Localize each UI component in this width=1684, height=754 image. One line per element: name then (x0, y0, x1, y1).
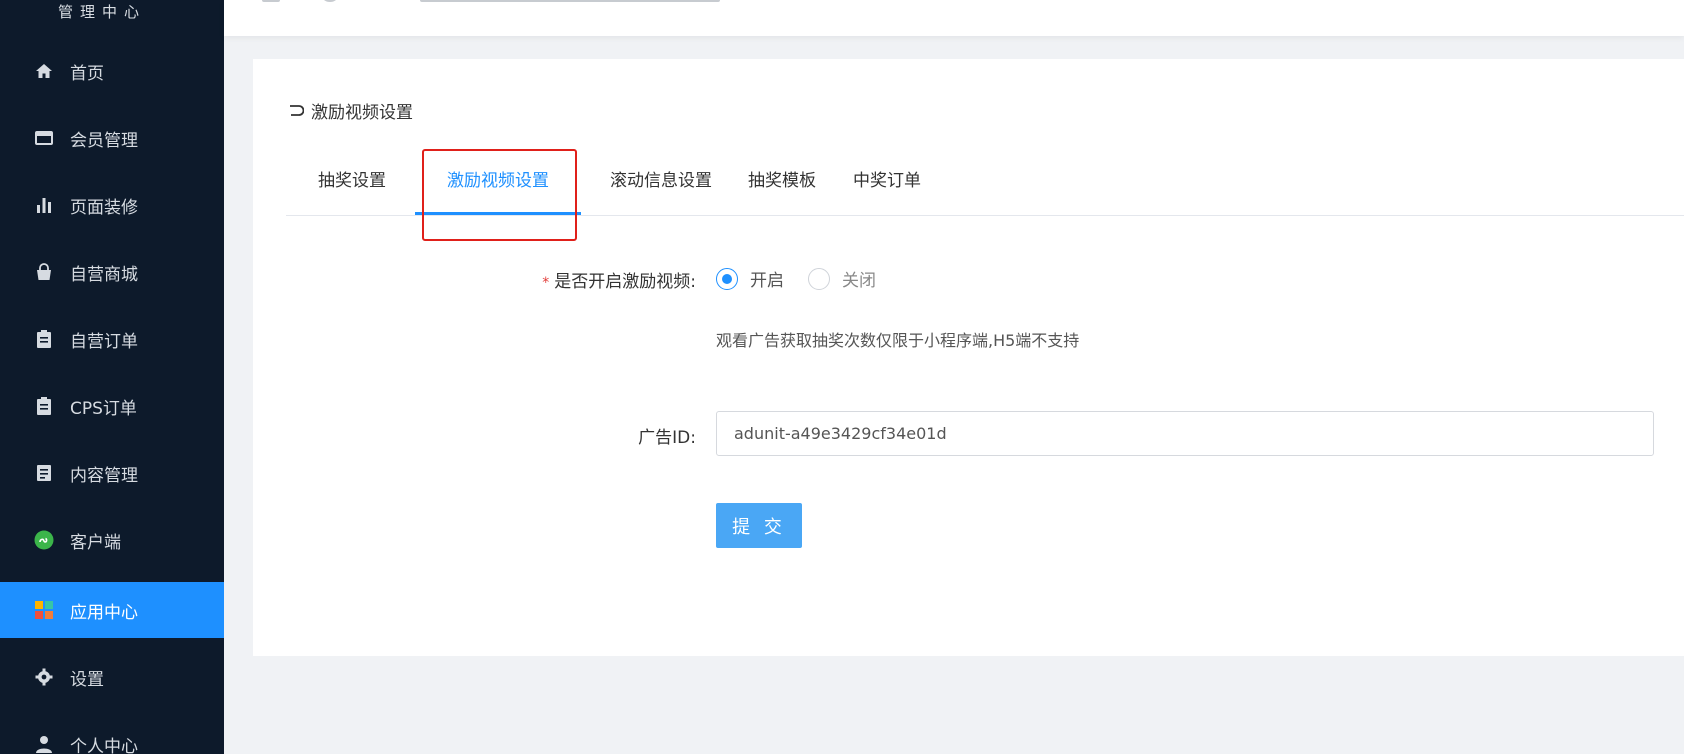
radio-circle-checked[interactable] (716, 267, 738, 290)
required-mark: * (542, 275, 550, 291)
tab-lottery-settings[interactable]: 抽奖设置 (312, 156, 392, 216)
back-link[interactable]: 激励视频设置 (288, 98, 413, 123)
enable-video-label: * 是否开启激励视频: (542, 272, 696, 292)
top-header (224, 0, 1684, 36)
sidebar-item-profile[interactable]: 个人中心 (0, 716, 224, 754)
shopping-bag-icon (34, 262, 54, 282)
tab-winning-orders[interactable]: 中奖订单 (847, 156, 927, 216)
hint-text: 观看广告获取抽奖次数仅限于小程序端,H5端不支持 (716, 331, 1080, 350)
radio-enable-label: 开启 (750, 271, 784, 291)
back-arrow-icon (290, 104, 304, 116)
sidebar-item-app-center[interactable]: 应用中心 (0, 582, 224, 638)
sidebar-item-label: 应用中心 (70, 602, 138, 623)
ad-id-input[interactable] (716, 411, 1654, 456)
sidebar-item-orders[interactable]: 自营订单 (0, 311, 224, 367)
highlight-annotation (422, 149, 577, 241)
sidebar-item-label: CPS订单 (70, 398, 137, 419)
sidebar-item-client[interactable]: 客户端 (0, 512, 224, 568)
home-icon (34, 61, 54, 81)
apps-icon (34, 600, 54, 620)
ad-id-label: 广告ID: (638, 428, 696, 448)
sidebar-item-mall[interactable]: 自营商城 (0, 244, 224, 300)
sidebar-item-cps-orders[interactable]: CPS订单 (0, 378, 224, 434)
clipboard-icon (34, 396, 54, 416)
sidebar-item-label: 内容管理 (70, 465, 138, 486)
sidebar-item-settings[interactable]: 设置 (0, 649, 224, 705)
sidebar-item-label: 页面装修 (70, 197, 138, 218)
clipboard-icon (34, 329, 54, 349)
tab-scroll-info-settings[interactable]: 滚动信息设置 (604, 156, 718, 216)
sidebar-item-label: 会员管理 (70, 130, 138, 151)
sidebar-item-page-design[interactable]: 页面装修 (0, 177, 224, 233)
sidebar-title: 管理中心 (57, 3, 146, 21)
menu-toggle-icon[interactable] (262, 0, 280, 2)
document-icon (34, 463, 54, 483)
back-link-label: 激励视频设置 (311, 103, 413, 123)
sidebar-item-label: 首页 (70, 63, 104, 84)
radio-circle-unchecked[interactable] (808, 267, 830, 290)
sidebar-item-members[interactable]: 会员管理 (0, 110, 224, 166)
bar-chart-icon (34, 195, 54, 215)
store-icon (34, 128, 54, 148)
radio-disable-label: 关闭 (842, 271, 876, 291)
mini-program-icon (34, 530, 54, 550)
submit-button[interactable]: 提 交 (716, 503, 802, 548)
refresh-icon[interactable] (322, 0, 338, 2)
sidebar-item-home[interactable]: 首页 (0, 43, 224, 99)
gear-icon (34, 667, 54, 687)
sidebar-item-label: 自营商城 (70, 264, 138, 285)
user-icon (34, 734, 54, 754)
tab-lottery-templates[interactable]: 抽奖模板 (742, 156, 822, 216)
radio-enable[interactable]: 开启 (716, 266, 784, 291)
radio-disable[interactable]: 关闭 (808, 266, 876, 291)
sidebar-item-label: 个人中心 (70, 736, 138, 754)
sidebar-item-label: 客户端 (70, 532, 121, 553)
sidebar-item-label: 设置 (70, 669, 104, 690)
sidebar-item-content[interactable]: 内容管理 (0, 445, 224, 501)
sidebar: 管理中心 首页 会员管理 页面装修 自营商城 自营订单 CPS订单 内容管理 客… (0, 0, 224, 754)
sidebar-item-label: 自营订单 (70, 331, 138, 352)
breadcrumb (420, 0, 720, 2)
